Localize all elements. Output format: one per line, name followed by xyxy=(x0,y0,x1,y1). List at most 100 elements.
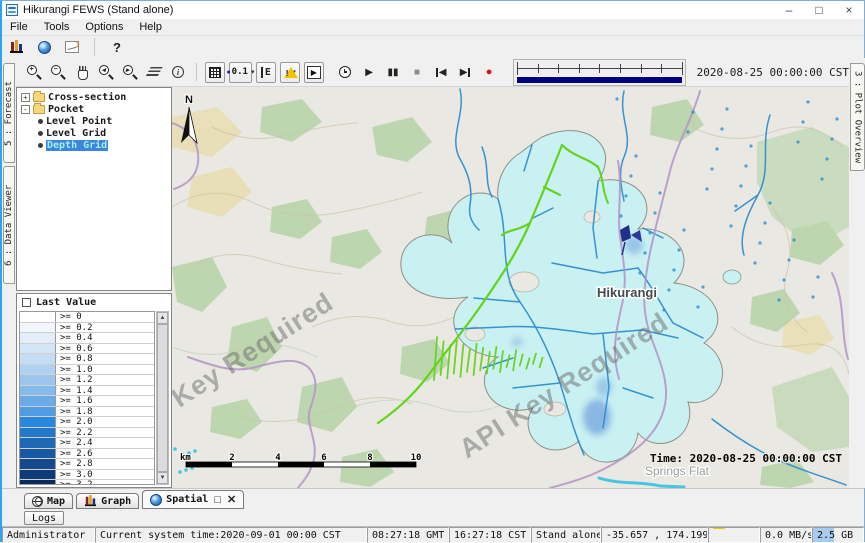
legend-row: >= 0.8 xyxy=(20,354,154,365)
tab-map[interactable]: Map xyxy=(24,493,73,509)
legend-row: >= 3.0 xyxy=(20,470,154,481)
map-view[interactable]: API Key Required API Key Required Hikura… xyxy=(172,87,849,488)
status-gmt-time: 08:27:18 GMT xyxy=(367,527,449,543)
time-slider-track[interactable] xyxy=(517,62,682,75)
step-to-end-icon: ▶ xyxy=(460,67,471,78)
tab-graph[interactable]: Graph xyxy=(76,493,139,509)
tree-node-label[interactable]: Level Grid xyxy=(46,128,106,139)
menu-item[interactable]: Tools xyxy=(36,19,78,35)
time-navigator-button[interactable] xyxy=(335,61,355,83)
last-value-checkbox[interactable] xyxy=(22,298,31,307)
menu-item[interactable]: Help xyxy=(131,19,170,35)
globe-icon xyxy=(38,41,51,54)
tree-node-level-grid[interactable]: Level Grid xyxy=(19,127,169,139)
legend-row-label: >= 1.0 xyxy=(56,365,154,375)
help-button[interactable]: ? xyxy=(107,36,127,58)
legend-scrollbar[interactable]: ▲ ▼ xyxy=(156,311,169,485)
zoom-out-button[interactable]: − xyxy=(48,61,68,83)
legend-row: >= 2.6 xyxy=(20,449,154,460)
logs-button[interactable]: Logs xyxy=(24,511,64,525)
legend-row-label: >= 1.2 xyxy=(56,375,154,385)
close-button[interactable]: × xyxy=(834,1,864,19)
legend-row-label: >= 2.0 xyxy=(56,417,154,427)
collapse-icon[interactable]: - xyxy=(21,105,30,114)
tree-node-level-point[interactable]: Level Point xyxy=(19,115,169,127)
close-tab-icon[interactable]: ✕ xyxy=(227,493,236,506)
status-system-time: Current system time:2020-09-01 00:00 CST xyxy=(95,527,367,543)
tree-node-label-selected[interactable]: Depth Grid xyxy=(46,140,108,151)
time-slider[interactable] xyxy=(513,59,686,86)
maximize-button[interactable]: □ xyxy=(804,1,834,19)
tree-node-label[interactable]: Level Point xyxy=(46,116,112,127)
legend-color-swatch xyxy=(20,375,56,385)
leaf-dot-icon xyxy=(38,131,43,136)
step-to-start-button[interactable]: ◀ xyxy=(431,61,451,83)
tree-node-label[interactable]: Cross-section xyxy=(48,92,126,103)
minimize-button[interactable]: – xyxy=(774,1,804,19)
menu-item[interactable]: Options xyxy=(77,19,131,35)
legend-row: >= 0.4 xyxy=(20,333,154,344)
zoom-previous-icon: ◂ xyxy=(99,65,114,80)
zoom-in-button[interactable]: + xyxy=(24,61,44,83)
legend-row: >= 2.2 xyxy=(20,428,154,439)
play-button[interactable]: ▶ xyxy=(359,61,379,83)
tree-node-pocket[interactable]: - Pocket xyxy=(19,103,169,115)
status-warning[interactable]: ! xyxy=(708,527,760,543)
stop-button[interactable]: ■ xyxy=(407,61,427,83)
scale-tick-label: 10 xyxy=(411,453,422,463)
step-to-end-button[interactable]: ▶ xyxy=(455,61,475,83)
legend-row-label: >= 2.2 xyxy=(56,428,154,438)
legend-row-label: >= 3.2 xyxy=(56,480,154,485)
step-to-start-icon: ◀ xyxy=(436,67,447,78)
legend-row-label: >= 0.8 xyxy=(56,354,154,364)
north-label: N xyxy=(185,94,193,106)
logs-bar: Logs xyxy=(2,509,864,526)
map-display-button[interactable] xyxy=(34,36,54,58)
scroll-down-icon[interactable]: ▼ xyxy=(157,472,168,484)
status-coordinates: -35.657 , 174.199 xyxy=(601,527,708,543)
legend-color-swatch xyxy=(20,449,56,459)
legend-color-swatch xyxy=(20,480,56,485)
legend-row-label: >= 2.6 xyxy=(56,449,154,459)
area-label: Springs Flat xyxy=(645,464,710,478)
interval-dropdown[interactable]: ● 0.1 ▾ xyxy=(229,62,252,83)
tree-node-cross-section[interactable]: + Cross-section xyxy=(19,91,169,103)
legend-color-swatch xyxy=(20,386,56,396)
filters-panel: + Cross-section - Pocket Level Point Lev… xyxy=(16,87,172,488)
animation-button[interactable]: ▶ xyxy=(304,62,324,83)
pan-button[interactable] xyxy=(72,61,92,83)
tab-spatial[interactable]: Spatial □ ✕ xyxy=(142,490,244,509)
forecast-explorer-button[interactable] xyxy=(6,36,26,58)
menu-bar: FileToolsOptionsHelp xyxy=(2,19,864,36)
tree-node-label[interactable]: Pocket xyxy=(48,104,84,115)
timeseries-display-button[interactable]: ↕ xyxy=(62,36,82,58)
zoom-previous-button[interactable]: ◂ xyxy=(96,61,116,83)
globe-wire-icon xyxy=(32,496,43,507)
info-button[interactable]: i xyxy=(168,61,188,83)
undock-icon[interactable]: □ xyxy=(214,494,221,506)
thresholds-dropdown[interactable]: ! ▾ xyxy=(280,62,300,83)
tree-node-depth-grid[interactable]: Depth Grid xyxy=(19,139,169,151)
vertical-scale-button[interactable]: E xyxy=(256,62,276,83)
scale-tick-label: 2 xyxy=(229,453,234,463)
expand-icon[interactable]: + xyxy=(21,93,30,102)
legend-color-table: >= 0 >= 0.2 >= 0.4 >= 0.6 xyxy=(19,311,155,485)
pause-button[interactable]: ▮▮ xyxy=(383,61,403,83)
tab-data-viewer[interactable]: 6 : Data Viewer xyxy=(3,166,15,284)
tab-plot-overview[interactable]: 3 : Plot Overview xyxy=(850,63,865,171)
legend-row: >= 0.6 xyxy=(20,344,154,355)
right-tab-strip: 3 : Plot Overview xyxy=(849,58,865,488)
app-logo-icon xyxy=(6,4,18,16)
scrollbar-thumb[interactable] xyxy=(157,324,168,472)
scroll-up-icon[interactable]: ▲ xyxy=(157,312,168,324)
zoom-next-button[interactable]: ▸ xyxy=(120,61,140,83)
map-canvas[interactable]: API Key Required API Key Required Hikura… xyxy=(172,87,849,488)
flood-pocket-small xyxy=(723,270,741,284)
grid-display-button[interactable] xyxy=(205,62,225,83)
record-button[interactable]: ● xyxy=(479,61,499,83)
menu-item[interactable]: File xyxy=(2,19,36,35)
tab-forecast[interactable]: 5 : Forecast xyxy=(3,63,15,163)
legend-row: >= 3.2 xyxy=(20,480,154,485)
legend-row: >= 0 xyxy=(20,312,154,323)
layers-button[interactable] xyxy=(144,61,164,83)
